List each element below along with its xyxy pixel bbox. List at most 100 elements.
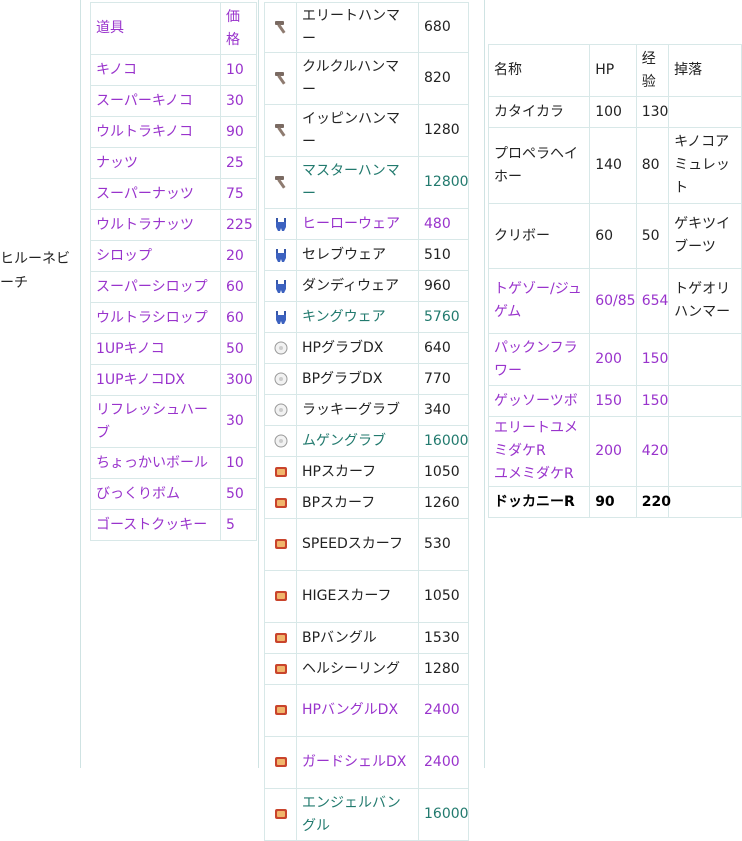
glove-icon	[274, 372, 287, 385]
equipment-name: ダンディウェア	[296, 270, 419, 302]
items-header-price: 価格	[220, 2, 257, 55]
equipment-row: HPスカーフ 1050	[264, 456, 469, 488]
equipment-name: キングウェア	[296, 301, 419, 333]
enemy-exp: 420	[635, 416, 670, 487]
enemy-name: ゲッソーツボ	[487, 385, 591, 417]
equipment-row: ムゲングラブ 16000	[264, 425, 469, 457]
enemy-drop: キノコアミュレット	[668, 127, 742, 204]
item-price: 10	[220, 447, 257, 479]
enemy-row: トゲゾー/ジュゲム 60/85 654 トゲオリハンマー	[487, 268, 742, 334]
enemy-exp: 80	[635, 127, 670, 204]
enemy-row: プロペラヘイホー 140 80 キノコアミュレット	[487, 127, 742, 204]
accessory-icon	[274, 539, 287, 549]
equipment-name: ムゲングラブ	[296, 425, 419, 457]
item-row: スーパーシロップ 60	[90, 271, 257, 303]
item-price: 5	[220, 509, 257, 541]
accessory-icon	[274, 809, 287, 819]
enemy-row: クリボー 60 50 ゲキツイブーツ	[487, 203, 742, 269]
equipment-price: 1280	[418, 653, 469, 685]
enemy-drop	[668, 96, 742, 128]
equipment-name: セレブウェア	[296, 239, 419, 271]
location-label: ヒルーネビーチ	[0, 251, 70, 291]
item-row: リフレッシュハーブ 30	[90, 395, 257, 448]
item-name: シロップ	[90, 240, 221, 272]
hammer-icon	[274, 124, 286, 137]
equipment-row: セレブウェア 510	[264, 239, 469, 271]
enemy-hp: 90	[589, 486, 637, 518]
equipment-name: BPバングル	[296, 622, 419, 654]
equipment-price: 1050	[418, 570, 469, 623]
equipment-name: エリートハンマー	[296, 2, 419, 53]
enemy-row: エリートユメミダケR ユメミダケR 200 420	[487, 416, 742, 487]
equipment-row: イッピンハンマー 1280	[264, 104, 469, 157]
enemy-header-name: 名称	[487, 44, 591, 97]
overalls-icon	[275, 310, 286, 324]
equipment-price: 5760	[418, 301, 469, 333]
items-header-row: 道具 価格	[90, 2, 257, 55]
enemy-name: パックンフラワー	[487, 333, 591, 386]
item-price: 90	[220, 116, 257, 148]
enemy-header-drop: 掉落	[668, 44, 742, 97]
enemy-name: プロペラヘイホー	[487, 127, 591, 204]
item-price: 225	[220, 209, 257, 241]
item-price: 25	[220, 147, 257, 179]
enemy-drop	[668, 333, 742, 386]
enemy-exp: 150	[635, 385, 670, 417]
item-price: 30	[220, 395, 257, 448]
column-divider	[80, 0, 81, 768]
equipment-name: SPEEDスカーフ	[296, 518, 419, 571]
hammer-icon	[274, 21, 286, 34]
enemy-drop	[668, 486, 742, 518]
equipment-name: HPバングルDX	[296, 684, 419, 737]
item-row: ウルトラシロップ 60	[90, 302, 257, 334]
item-row: 1UPキノコ 50	[90, 333, 257, 365]
enemy-exp: 130	[635, 96, 670, 128]
equipment-price: 2400	[418, 736, 469, 789]
item-name: ナッツ	[90, 147, 221, 179]
equipment-price: 340	[418, 394, 469, 426]
enemy-row: カタイカラ 100 130	[487, 96, 742, 128]
enemy-name: ドッカニーR	[487, 486, 591, 518]
equipment-row: HIGEスカーフ 1050	[264, 570, 469, 623]
item-row: 1UPキノコDX 300	[90, 364, 257, 396]
item-name: ウルトラシロップ	[90, 302, 221, 334]
item-price: 30	[220, 85, 257, 117]
accessory-icon	[274, 705, 287, 715]
enemy-hp: 200	[589, 416, 637, 487]
equipment-price: 1260	[418, 487, 469, 519]
item-name: スーパーキノコ	[90, 85, 221, 117]
item-name: 1UPキノコ	[90, 333, 221, 365]
equipment-name: ガードシェルDX	[296, 736, 419, 789]
equipment-price: 1280	[418, 104, 469, 157]
enemy-name: トゲゾー/ジュゲム	[487, 268, 591, 334]
item-row: びっくりボム 50	[90, 478, 257, 510]
enemy-row: パックンフラワー 200 150	[487, 333, 742, 386]
equipment-price: 480	[418, 208, 469, 240]
item-name: ゴーストクッキー	[90, 509, 221, 541]
equipment-price: 1050	[418, 456, 469, 488]
equipment-row: エンジェルバングル 16000	[264, 788, 469, 841]
enemy-name: エリートユメミダケR ユメミダケR	[487, 416, 591, 487]
enemy-hp: 140	[589, 127, 637, 204]
item-row: キノコ 10	[90, 54, 257, 86]
equipment-name: HPグラブDX	[296, 332, 419, 364]
item-name: スーパーシロップ	[90, 271, 221, 303]
item-row: ゴーストクッキー 5	[90, 509, 257, 541]
glove-icon	[274, 434, 287, 447]
column-divider	[484, 0, 485, 768]
equipment-name: BPグラブDX	[296, 363, 419, 395]
enemy-row: ドッカニーR 90 220	[487, 486, 742, 518]
item-price: 300	[220, 364, 257, 396]
enemy-table: 名称 HP 经验 掉落 カタイカラ 100 130 プロペラヘイホー 140 80 キノコアミュレッ…	[487, 44, 742, 518]
equipment-row: BPバングル 1530	[264, 622, 469, 654]
equipment-name: ヒーローウェア	[296, 208, 419, 240]
accessory-icon	[274, 466, 287, 477]
enemy-exp: 150	[635, 333, 670, 386]
item-row: ナッツ 25	[90, 147, 257, 179]
enemy-exp: 654	[635, 268, 670, 334]
enemy-hp: 60/85	[589, 268, 637, 334]
enemy-hp: 60	[589, 203, 637, 269]
equipment-price: 680	[418, 2, 469, 53]
items-header-name: 道具	[90, 2, 221, 55]
enemy-row: ゲッソーツボ 150 150	[487, 385, 742, 417]
